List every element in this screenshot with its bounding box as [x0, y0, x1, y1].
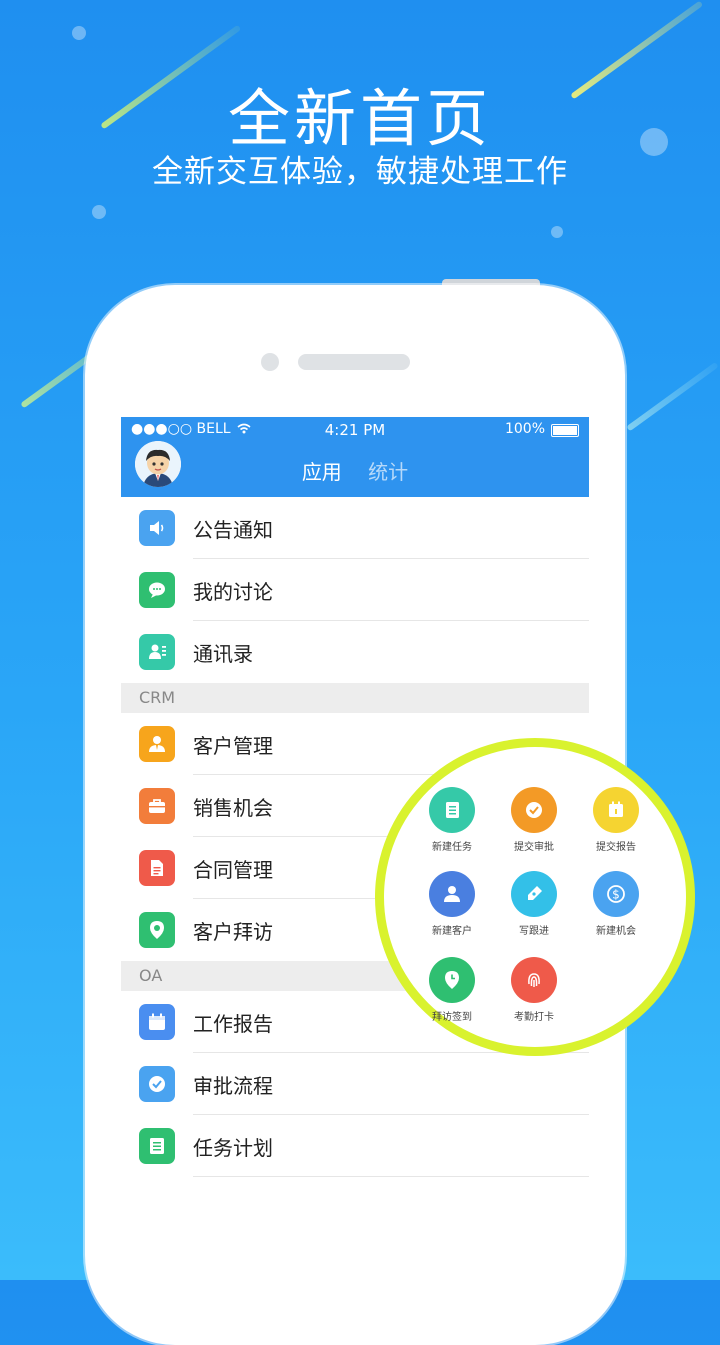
pen-icon [511, 871, 557, 917]
list-item-contacts[interactable]: 通讯录 [121, 621, 589, 683]
quick-action-label: 拜访签到 [432, 1012, 472, 1023]
list-item-approval-process[interactable]: 审批流程 [121, 1053, 589, 1115]
promo-headline: 全新首页 [227, 82, 492, 155]
quick-action-new-customer[interactable]: 新建客户 [407, 871, 497, 937]
quick-action-new-opportunity[interactable]: $ 新建机会 [571, 871, 661, 937]
quick-action-submit-approval[interactable]: 提交审批 [489, 787, 579, 853]
quick-action-label: 新建客户 [432, 926, 472, 937]
list-item-discussions[interactable]: 我的讨论 [121, 559, 589, 621]
quick-action-label: 提交审批 [514, 842, 554, 853]
app-header: ●●●○○ BELL 4:21 PM 100% 应用 统计 [121, 417, 589, 497]
quick-action-new-task[interactable]: 新建任务 [407, 787, 497, 853]
quick-action-label: 写跟进 [519, 926, 549, 937]
approve-icon [511, 787, 557, 833]
quick-actions-bubble: 新建任务 提交审批 提交报告 新建客户 写跟进 $ 新建机会 拜访签到 考勤打卡 [375, 738, 695, 1056]
section-header-crm: CRM [121, 683, 589, 713]
quick-action-visit-checkin[interactable]: 拜访签到 [407, 957, 497, 1023]
list-item-label: 我的讨论 [193, 580, 273, 604]
tab-bar: 应用 统计 [121, 456, 589, 485]
battery-percent: 100% [504, 421, 545, 437]
fingerprint-icon [511, 957, 557, 1003]
quick-action-write-followup[interactable]: 写跟进 [489, 871, 579, 937]
list-item-label: 任务计划 [193, 1136, 273, 1160]
tab-apps[interactable]: 应用 [302, 456, 342, 485]
document-icon [139, 850, 175, 886]
location-pin-icon [139, 912, 175, 948]
battery-icon [551, 424, 579, 437]
list-item-label: 合同管理 [193, 858, 273, 882]
speaker-icon [139, 510, 175, 546]
contacts-icon [139, 634, 175, 670]
customer-icon [429, 871, 475, 917]
quick-action-label: 新建机会 [596, 926, 636, 937]
decor-dot [92, 205, 106, 219]
tab-statistics[interactable]: 统计 [368, 456, 408, 485]
task-icon [429, 787, 475, 833]
phone-speaker [298, 354, 410, 370]
list-item-label: 通讯录 [193, 642, 253, 666]
phone-camera [261, 353, 279, 371]
list-item-label: 客户拜访 [193, 920, 273, 944]
svg-text:$: $ [612, 888, 620, 902]
promo-subline: 全新交互体验，敏捷处理工作 [152, 154, 568, 190]
list-item-label: 审批流程 [193, 1074, 273, 1098]
status-bar: ●●●○○ BELL 4:21 PM 100% [121, 421, 589, 441]
list-item-label: 客户管理 [193, 734, 273, 758]
check-circle-icon [139, 1066, 175, 1102]
quick-action-label: 考勤打卡 [514, 1012, 554, 1023]
list-item-label: 工作报告 [193, 1012, 273, 1036]
calendar-icon [593, 787, 639, 833]
list-item-label: 销售机会 [193, 796, 273, 820]
list-item-announcements[interactable]: 公告通知 [121, 497, 589, 559]
briefcase-icon [139, 788, 175, 824]
list-item-task-plan[interactable]: 任务计划 [121, 1115, 589, 1177]
quick-action-label: 新建任务 [432, 842, 472, 853]
clock-pin-icon [429, 957, 475, 1003]
quick-action-label: 提交报告 [596, 842, 636, 853]
decor-dot [72, 26, 86, 40]
quick-action-attendance[interactable]: 考勤打卡 [489, 957, 579, 1023]
decor-streak [626, 361, 719, 432]
list-item-label: 公告通知 [193, 518, 273, 542]
calendar-icon [139, 1004, 175, 1040]
customer-icon [139, 726, 175, 762]
decor-dot [551, 226, 563, 238]
chat-bubble-icon [139, 572, 175, 608]
list-icon [139, 1128, 175, 1164]
dollar-icon: $ [593, 871, 639, 917]
quick-action-submit-report[interactable]: 提交报告 [571, 787, 661, 853]
